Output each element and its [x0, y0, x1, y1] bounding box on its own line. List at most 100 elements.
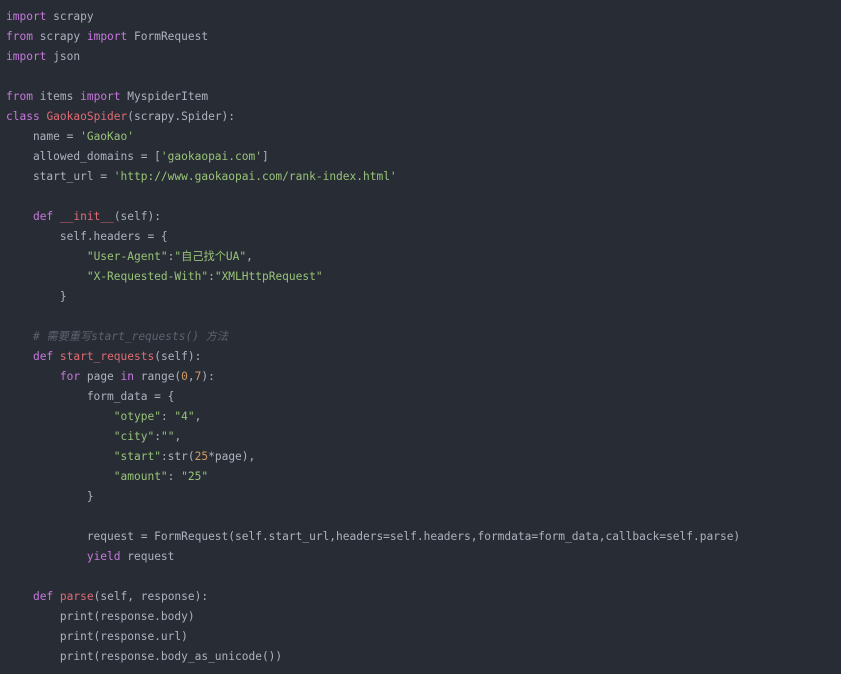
code-line: start_url = 'http://www.gaokaopai.com/ra… [6, 167, 841, 187]
code-comment: # 需要重写start_requests() 方法 [32, 330, 229, 343]
code-keyword: from [6, 90, 33, 103]
code-string: "X-Requested-With" [86, 270, 209, 283]
code-text: :str( [160, 450, 195, 463]
code-keyword: def [32, 210, 54, 223]
code-function-name: GaokaoSpider [46, 110, 128, 123]
code-line: "X-Requested-With":"XMLHttpRequest" [6, 267, 841, 287]
code-line: print(response.body_as_unicode()) [6, 647, 841, 667]
code-line: "User-Agent":"自己找个UA", [6, 247, 841, 267]
code-line: import scrapy [6, 7, 841, 27]
code-string: "otype" [113, 410, 161, 423]
code-keyword: def [32, 350, 54, 363]
code-string: "4" [174, 410, 195, 423]
code-line: # 需要重写start_requests() 方法 [6, 327, 841, 347]
code-string: "amount" [113, 470, 168, 483]
code-string: "User-Agent" [86, 250, 168, 263]
code-text: (self, response): [93, 590, 209, 603]
code-text: print(response.url) [6, 630, 188, 643]
code-line: import json [6, 47, 841, 67]
code-keyword: class [6, 110, 40, 123]
code-keyword: from [6, 30, 33, 43]
code-text: (scrapy.Spider): [127, 110, 236, 123]
code-function-name: __init__ [59, 210, 114, 223]
code-text: print(response.body) [6, 610, 195, 623]
code-text: FormRequest [127, 30, 209, 43]
code-editor: import scrapy from scrapy import FormRequ… [0, 0, 841, 674]
code-line: "amount": "25" [6, 467, 841, 487]
code-line: class GaokaoSpider(scrapy.Spider): [6, 107, 841, 127]
code-text: : [167, 470, 182, 483]
code-text: request = FormRequest(self.start_url,hea… [6, 530, 741, 543]
code-text: scrapy [46, 10, 94, 23]
code-line: "otype": "4", [6, 407, 841, 427]
code-keyword: import [80, 90, 121, 103]
code-text: : [160, 410, 175, 423]
code-text: (self): [113, 210, 161, 223]
code-line: yield request [6, 547, 841, 567]
code-text: name = [6, 130, 81, 143]
code-text: ): [201, 370, 215, 383]
code-text: } [6, 290, 67, 303]
code-keyword: import [86, 30, 128, 43]
code-text: start_url = [6, 170, 114, 183]
code-text: self.headers = { [6, 230, 168, 243]
code-text: request [120, 550, 175, 563]
code-function-name: start_requests [59, 350, 155, 363]
code-keyword: import [6, 10, 47, 23]
code-text: json [46, 50, 81, 63]
code-line: form_data = { [6, 387, 841, 407]
code-string: "city" [113, 430, 155, 443]
code-text: items [32, 90, 81, 103]
code-line: from scrapy import FormRequest [6, 27, 841, 47]
code-text: page [80, 370, 121, 383]
code-keyword: yield [86, 550, 121, 563]
code-string: 'gaokaopai.com' [160, 150, 262, 163]
code-string: "" [160, 430, 175, 443]
code-text: : [208, 270, 215, 283]
code-keyword: in [120, 370, 135, 383]
code-line: allowed_domains = ['gaokaopai.com'] [6, 147, 841, 167]
code-text: scrapy [32, 30, 87, 43]
code-line: print(response.body) [6, 607, 841, 627]
code-text: , [246, 250, 253, 263]
code-text: allowed_domains = [ [6, 150, 161, 163]
code-function-name: parse [59, 590, 94, 603]
code-line: from items import MyspiderItem [6, 87, 841, 107]
code-string: 'http://www.gaokaopai.com/rank-index.htm… [113, 170, 397, 183]
code-keyword: def [32, 590, 54, 603]
code-text: form_data = { [6, 390, 175, 403]
code-text: , [194, 410, 202, 423]
code-text: *page), [208, 450, 256, 463]
code-string: "XMLHttpRequest" [214, 270, 323, 283]
code-string: "start" [113, 450, 161, 463]
code-line: "start":str(25*page), [6, 447, 841, 467]
code-line: request = FormRequest(self.start_url,hea… [6, 527, 841, 547]
code-string: "自己找个UA" [174, 250, 247, 263]
code-text: range( [134, 370, 182, 383]
code-line: self.headers = { [6, 227, 841, 247]
code-string: 'GaoKao' [80, 130, 134, 143]
code-line: name = 'GaoKao' [6, 127, 841, 147]
code-line: def parse(self, response): [6, 587, 841, 607]
code-text: print(response.body_as_unicode()) [6, 650, 283, 663]
code-line: for page in range(0,7): [6, 367, 841, 387]
code-line: print(response.url) [6, 627, 841, 647]
code-text: : [154, 430, 161, 443]
code-text: (self): [154, 350, 202, 363]
